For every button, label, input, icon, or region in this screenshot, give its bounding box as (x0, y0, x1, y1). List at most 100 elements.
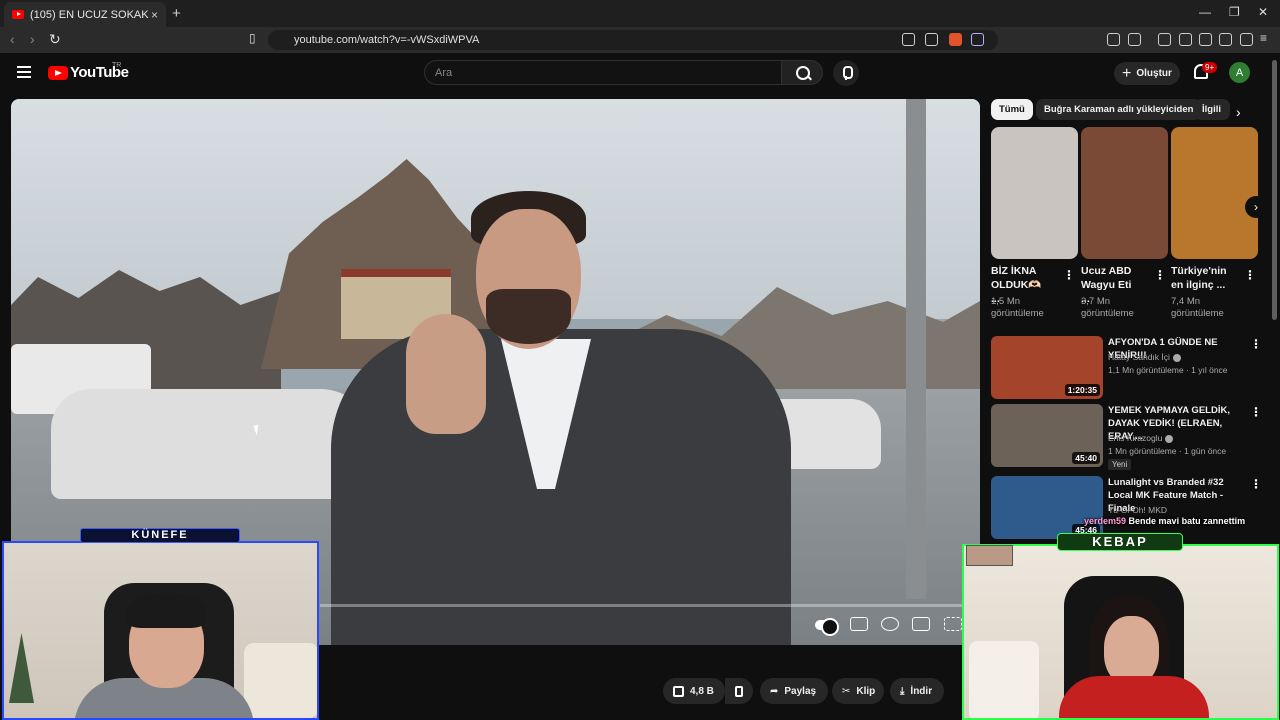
subtitles-icon[interactable] (850, 617, 868, 631)
chat-message: yerdem59 Bende mavi batu zannettim (1084, 516, 1245, 526)
autoplay-toggle[interactable] (815, 618, 839, 636)
voice-search-icon[interactable] (833, 60, 859, 86)
screenshot-icon[interactable] (1128, 33, 1141, 46)
chat-username: yerdem59 (1084, 516, 1127, 526)
sidebar-icon[interactable] (1179, 33, 1192, 46)
webcam-right (962, 544, 1279, 720)
short-options-icon[interactable]: ⋮ (1244, 268, 1256, 282)
browser-tab[interactable]: (105) EN UCUZ SOKAK LEZZETLE × (4, 2, 166, 27)
vpn-icon[interactable] (1240, 33, 1253, 46)
region-code: TR (112, 62, 122, 69)
channel-name[interactable]: Yu-Gi-Oh! MKD (1108, 505, 1167, 515)
video-meta: 1,1 Mn görüntüleme · 1 yıl önce (1108, 365, 1228, 375)
video-frame-pole (906, 99, 926, 599)
hamburger-menu-icon[interactable] (17, 66, 31, 78)
youtube-logo-icon[interactable] (48, 66, 68, 80)
clip-button[interactable]: ✂ Klip (832, 678, 884, 704)
video-thumbnail[interactable]: 45:46 (991, 476, 1103, 539)
fullscreen-icon[interactable] (944, 617, 962, 631)
theater-mode-icon[interactable] (912, 617, 930, 631)
video-duration: 1:20:35 (1064, 384, 1100, 396)
tab-title: (105) EN UCUZ SOKAK LEZZETLE (30, 8, 150, 21)
forward-icon[interactable]: › (30, 31, 35, 47)
youtube-favicon-icon (12, 10, 24, 19)
video-options-icon[interactable]: ⋮ (1250, 337, 1262, 351)
short-views: 3,7 Mn görüntüleme (1081, 296, 1134, 319)
verified-icon (1172, 353, 1181, 362)
ai-icon[interactable] (1219, 33, 1232, 46)
video-options-icon[interactable]: ⋮ (1250, 477, 1262, 491)
clip-label: Klip (856, 685, 876, 697)
video-options-icon[interactable]: ⋮ (1250, 405, 1262, 419)
video-frame-car (51, 389, 371, 499)
shorts-next-icon[interactable]: › (1245, 196, 1267, 218)
music-icon[interactable] (1158, 33, 1171, 46)
webcam-hair (126, 593, 206, 628)
video-meta: 1 Mn görüntüleme · 1 gün önce (1108, 446, 1227, 456)
short-thumbnail[interactable] (1171, 127, 1258, 259)
video-duration: 45:40 (1072, 452, 1100, 464)
youtube-header: YouTube TR + Oluştur 9+ A (0, 53, 1280, 93)
tab-close-icon[interactable]: × (151, 8, 158, 22)
chip-from-uploader[interactable]: Buğra Karaman adlı yükleyiciden (1036, 99, 1202, 120)
like-button[interactable]: 4,8 B (663, 678, 725, 704)
short-options-icon[interactable]: ⋮ (1154, 268, 1166, 282)
minimize-button[interactable]: — (1199, 5, 1211, 19)
bookmark-icon[interactable]: ▯ (249, 31, 256, 45)
search-button[interactable] (781, 60, 823, 85)
short-options-icon[interactable]: ⋮ (1063, 268, 1075, 282)
search-input[interactable] (424, 60, 782, 85)
chip-related[interactable]: İlgili (1194, 99, 1230, 120)
chat-text: Bende mavi batu zannettim (1128, 516, 1246, 526)
short-views: 7,4 Mn görüntüleme (1171, 296, 1224, 319)
share-page-icon[interactable] (925, 33, 938, 46)
rewards-icon[interactable] (971, 33, 984, 46)
download-icon: ⤓ (900, 685, 905, 697)
url-field[interactable]: youtube.com/watch?v=-vWSxdiWPVA (268, 30, 998, 50)
video-frame-beard (486, 289, 571, 344)
channel-name[interactable]: Enis Kirazoglu (1108, 433, 1174, 443)
create-button[interactable]: + Oluştur (1114, 62, 1180, 85)
video-thumbnail[interactable]: 1:20:35 (991, 336, 1103, 399)
channel-name-text: Enis Kirazoglu (1108, 433, 1163, 443)
url-text: youtube.com/watch?v=-vWSxdiWPVA (294, 34, 480, 46)
download-label: İndir (910, 685, 933, 697)
download-button[interactable]: ⤓ İndir (890, 678, 944, 704)
webcam-left (2, 541, 319, 720)
like-count: 4,8 B (690, 685, 714, 697)
maximize-button[interactable]: ❐ (1229, 5, 1240, 19)
reload-icon[interactable]: ↻ (49, 31, 61, 48)
video-thumbnail[interactable]: 45:40 (991, 404, 1103, 467)
notification-badge: 9+ (1202, 62, 1218, 73)
plus-icon: + (1122, 64, 1132, 82)
thumbs-down-icon (735, 685, 743, 697)
dislike-button[interactable] (725, 678, 753, 704)
channel-name[interactable]: Hatay Sandık İçi (1108, 352, 1181, 362)
menu-icon[interactable]: ≡ (1260, 31, 1273, 45)
video-frame-hand (406, 314, 486, 434)
cast-icon[interactable] (902, 33, 915, 46)
video-progress-bar[interactable] (320, 604, 970, 607)
short-title[interactable]: Türkiye'nin en ilginç ... (1171, 264, 1231, 292)
close-window-button[interactable]: ✕ (1258, 5, 1268, 19)
thumbs-up-icon (673, 685, 684, 697)
scissors-icon: ✂ (842, 685, 851, 697)
user-avatar[interactable]: A (1229, 62, 1250, 83)
short-thumbnail[interactable] (991, 127, 1078, 259)
share-button[interactable]: ➦ Paylaş (760, 678, 828, 704)
back-icon[interactable]: ‹ (10, 31, 15, 47)
webcam-sofa (244, 643, 317, 718)
page-scrollbar[interactable] (1272, 60, 1277, 320)
address-bar-row: ‹ › ↻ ▯ youtube.com/watch?v=-vWSxdiWPVA … (0, 27, 1280, 53)
brave-shield-icon[interactable] (949, 33, 962, 46)
wallet-icon[interactable] (1199, 33, 1212, 46)
settings-gear-icon[interactable] (881, 617, 899, 631)
chip-all[interactable]: Tümü (991, 99, 1033, 120)
new-tab-button[interactable]: + (172, 5, 181, 22)
webcam-right-label: KEBAP (1057, 533, 1183, 551)
webcam-left-label: KÜNEFE (80, 528, 240, 543)
short-thumbnail[interactable] (1081, 127, 1168, 259)
extensions-icon[interactable] (1107, 33, 1120, 46)
chips-next-icon[interactable]: › (1236, 104, 1241, 120)
share-label: Paylaş (784, 685, 817, 697)
